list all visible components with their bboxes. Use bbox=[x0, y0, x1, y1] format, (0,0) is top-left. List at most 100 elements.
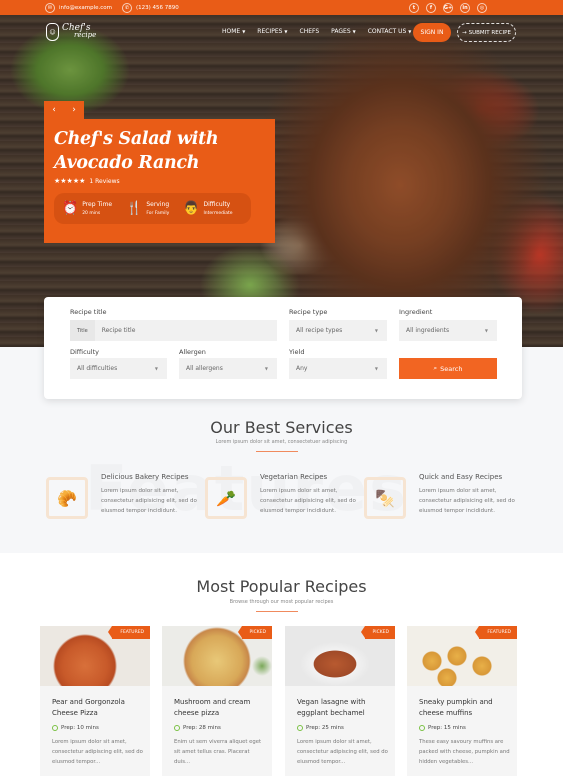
vegetable-crate-icon: 🥕 bbox=[205, 477, 247, 519]
recipe-type-select[interactable]: All recipe types ▼ bbox=[289, 320, 387, 341]
site-logo[interactable]: ☺ Chef's recipe bbox=[46, 23, 96, 41]
popular-divider bbox=[256, 611, 298, 612]
meta-serving: 🍴 Serving For Family bbox=[126, 200, 170, 216]
recipe-card[interactable]: FEATURED Sneaky pumpkin and cheese muffi… bbox=[407, 626, 517, 776]
featured-badge: FEATURED bbox=[475, 626, 517, 639]
social-links: t f G+ in ◎ bbox=[409, 2, 487, 13]
services-divider bbox=[256, 451, 298, 452]
sign-in-button[interactable]: SIGN IN bbox=[413, 23, 451, 42]
submit-recipe-button[interactable]: → SUBMIT RECIPE bbox=[457, 23, 516, 42]
google-plus-icon[interactable]: G+ bbox=[443, 2, 453, 13]
recipe-excerpt: These easy savoury muffins are packed wi… bbox=[419, 739, 510, 765]
nav-item-recipes[interactable]: RECIPES ▼ bbox=[257, 28, 287, 35]
recipe-card[interactable]: PICKED Vegan lasagne with eggplant becha… bbox=[285, 626, 395, 776]
service-title[interactable]: Vegetarian Recipes bbox=[260, 473, 327, 481]
search-button[interactable]: ⌕ Search bbox=[399, 358, 497, 379]
recipe-excerpt: Lorem ipsum dolor sit amet, consectetur … bbox=[297, 739, 388, 765]
chef-icon: 👨 bbox=[183, 201, 200, 216]
contact-phone[interactable]: (123) 456 7890 bbox=[136, 5, 179, 11]
chevron-down-icon: ▼ bbox=[484, 328, 488, 333]
allergen-label: Allergen bbox=[179, 348, 206, 356]
recipe-excerpt: Lorem ipsum dolor sit amet, consectetur … bbox=[52, 739, 143, 765]
recipe-meta: ⏰ Prep Time 20 mins 🍴 Serving For Family 👨… bbox=[54, 193, 251, 224]
meta-difficulty: 👨 Difficulty Intermediate bbox=[183, 200, 233, 216]
slider-controls: ‹ › bbox=[44, 101, 84, 119]
star-rating-icon: ★★★★★ bbox=[54, 177, 86, 185]
chevron-down-icon: ▼ bbox=[242, 29, 246, 34]
nav-item-home[interactable]: HOME ▼ bbox=[222, 28, 245, 35]
recipe-type-label: Recipe type bbox=[289, 308, 328, 316]
arrow-right-icon: → bbox=[462, 29, 467, 36]
recipe-title-input[interactable]: Title Recipe title bbox=[70, 320, 277, 341]
dribbble-icon[interactable]: ◎ bbox=[477, 2, 487, 13]
rating: ★★★★★ 1 Reviews bbox=[54, 177, 265, 185]
chevron-down-icon: ▼ bbox=[374, 328, 378, 333]
services-title: Our Best Services bbox=[210, 418, 353, 437]
featured-recipe-title[interactable]: Chef's Salad with Avocado Ranch bbox=[54, 127, 265, 175]
popular-subtitle: Browse through our most popular recipes bbox=[229, 599, 334, 605]
chevron-down-icon: ▼ bbox=[352, 29, 356, 34]
contact-email[interactable]: info@example.com bbox=[59, 5, 112, 11]
yield-label: Yield bbox=[289, 348, 305, 356]
phone-icon: ✆ bbox=[121, 2, 132, 13]
slider-next-button[interactable]: › bbox=[72, 105, 76, 115]
prep-time: Prep: 28 mins bbox=[174, 725, 221, 731]
ingredient-select[interactable]: All ingredients ▼ bbox=[399, 320, 497, 341]
recipe-title[interactable]: Vegan lasagne with eggplant bechamel bbox=[297, 697, 387, 719]
service-text: Lorem ipsum dolor sit amet, consectetur … bbox=[419, 488, 515, 514]
alarm-clock-icon: ⏰ bbox=[62, 201, 79, 216]
prep-time: Prep: 10 mins bbox=[52, 725, 99, 731]
search-icon: ⌕ bbox=[433, 364, 438, 372]
chevron-down-icon: ▼ bbox=[154, 366, 158, 371]
clock-icon bbox=[297, 725, 303, 731]
bread-jar-icon: 🥐 bbox=[46, 477, 88, 519]
contact-info: ✉ info@example.com ✆ (123) 456 7890 bbox=[45, 2, 185, 13]
chevron-down-icon: ▼ bbox=[374, 366, 378, 371]
difficulty-select[interactable]: All difficulties ▼ bbox=[70, 358, 167, 379]
recipe-title[interactable]: Sneaky pumpkin and cheese muffins bbox=[419, 697, 509, 719]
nav-item-pages[interactable]: PAGES ▼ bbox=[331, 28, 356, 35]
recipe-excerpt: Enim ut sem viverra aliquet eget sit ame… bbox=[174, 739, 262, 765]
picked-badge: PICKED bbox=[360, 626, 395, 639]
recipe-title[interactable]: Mushroom and cream cheese pizza bbox=[174, 697, 264, 719]
service-text: Lorem ipsum dolor sit amet, consectetur … bbox=[101, 488, 197, 514]
chevron-down-icon: ▼ bbox=[284, 29, 288, 34]
service-title[interactable]: Delicious Bakery Recipes bbox=[101, 473, 188, 481]
logo-text-recipe: recipe bbox=[74, 31, 97, 39]
prep-time: Prep: 15 mins bbox=[419, 725, 466, 731]
skewer-icon: 🍢 bbox=[364, 477, 406, 519]
twitter-icon[interactable]: t bbox=[409, 2, 419, 13]
title-prefix: Title bbox=[70, 320, 95, 341]
recipe-card[interactable]: FEATURED Pear and Gorgonzola Cheese Pizz… bbox=[40, 626, 150, 776]
clock-icon bbox=[419, 725, 425, 731]
clock-icon bbox=[52, 725, 58, 731]
recipe-search-form: Recipe title Title Recipe title Recipe t… bbox=[44, 297, 522, 399]
nav-menu: HOME ▼ RECIPES ▼ CHEFS PAGES ▼ CONTACT US ▼ bbox=[222, 28, 411, 35]
picked-badge: PICKED bbox=[237, 626, 272, 639]
chevron-down-icon: ▼ bbox=[408, 29, 412, 34]
facebook-icon[interactable]: f bbox=[426, 2, 436, 13]
slider-prev-button[interactable]: ‹ bbox=[52, 105, 56, 115]
top-bar: ✉ info@example.com ✆ (123) 456 7890 t f … bbox=[0, 0, 563, 15]
meta-prep-time: ⏰ Prep Time 20 mins bbox=[62, 200, 113, 216]
main-navigation: ☺ Chef's recipe HOME ▼ RECIPES ▼ CHEFS PAG… bbox=[0, 15, 563, 53]
service-title[interactable]: Quick and Easy Recipes bbox=[419, 473, 502, 481]
yield-select[interactable]: Any ▼ bbox=[289, 358, 387, 379]
envelope-icon: ✉ bbox=[45, 2, 55, 13]
reviews-count[interactable]: 1 Reviews bbox=[89, 178, 119, 185]
popular-title: Most Popular Recipes bbox=[196, 577, 367, 596]
utensils-icon: 🍴 bbox=[126, 201, 143, 216]
nav-item-chefs[interactable]: CHEFS bbox=[300, 28, 320, 35]
clock-icon bbox=[174, 725, 180, 731]
linkedin-icon[interactable]: in bbox=[460, 2, 470, 13]
nav-item-contact-us[interactable]: CONTACT US ▼ bbox=[368, 28, 412, 35]
recipe-card[interactable]: PICKED Mushroom and cream cheese pizza P… bbox=[162, 626, 272, 776]
difficulty-label: Difficulty bbox=[70, 348, 99, 356]
prep-time: Prep: 25 mins bbox=[297, 725, 344, 731]
recipe-title[interactable]: Pear and Gorgonzola Cheese Pizza bbox=[52, 697, 142, 719]
chevron-down-icon: ▼ bbox=[264, 366, 268, 371]
allergen-select[interactable]: All allergens ▼ bbox=[179, 358, 277, 379]
featured-recipe-card: Chef's Salad with Avocado Ranch ★★★★★ 1 … bbox=[44, 119, 275, 243]
chef-hat-logo-icon: ☺ bbox=[46, 23, 59, 41]
service-text: Lorem ipsum dolor sit amet, consectetur … bbox=[260, 488, 356, 514]
